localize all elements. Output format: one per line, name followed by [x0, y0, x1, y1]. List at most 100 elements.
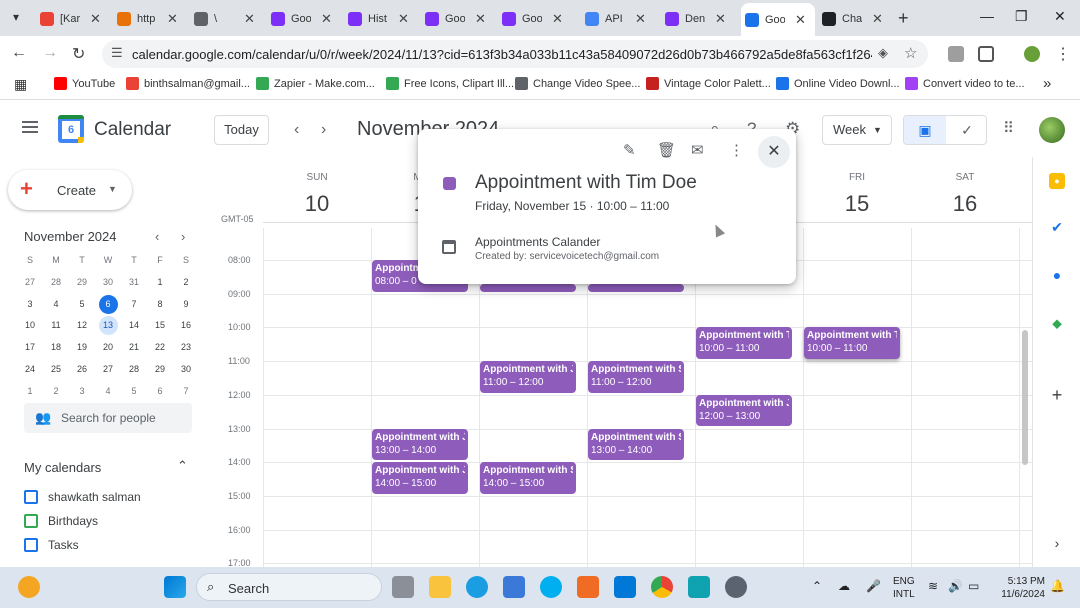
mini-day-cell[interactable]: 3: [17, 294, 43, 316]
apps-grid-icon[interactable]: ▦: [14, 76, 27, 93]
today-button[interactable]: Today: [214, 115, 269, 145]
xampp-icon[interactable]: [577, 576, 599, 598]
calendar-view-icon[interactable]: ▣: [904, 116, 946, 144]
edit-icon[interactable]: ✎: [623, 141, 636, 159]
profile-icon[interactable]: [1024, 46, 1040, 62]
event-chip[interactable]: Appointment with Jo 11:00 – 12:00: [480, 361, 576, 393]
eye-icon[interactable]: ◈: [878, 45, 888, 61]
mini-day-cell[interactable]: 8: [147, 294, 173, 316]
close-tab-icon[interactable]: ✕: [552, 11, 563, 27]
notifications-icon[interactable]: 🔔: [1050, 579, 1065, 593]
chrome-icon[interactable]: [651, 576, 673, 598]
browser-tab[interactable]: Den ✕: [661, 5, 735, 32]
mini-day-cell[interactable]: 7: [121, 294, 147, 316]
mini-day-cell[interactable]: 30: [95, 272, 121, 294]
language-indicator[interactable]: ENG INTL: [893, 575, 915, 601]
calendar-list-item[interactable]: Tasks: [24, 538, 79, 552]
omnibox[interactable]: ☰ calendar.google.com/calendar/u/0/r/wee…: [102, 40, 928, 68]
volume-icon[interactable]: 🔊: [948, 579, 963, 593]
close-tab-icon[interactable]: ✕: [167, 11, 178, 27]
account-avatar[interactable]: [1039, 117, 1065, 143]
mini-prev-icon[interactable]: ‹: [155, 229, 159, 244]
event-chip-partial[interactable]: [588, 283, 684, 292]
mini-day-cell[interactable]: 16: [173, 315, 199, 337]
mini-day-cell[interactable]: 11: [43, 315, 69, 337]
bookmark-item[interactable]: Change Video Spee...: [515, 77, 640, 90]
bookmark-item[interactable]: Vintage Color Palett...: [646, 77, 771, 90]
event-chip[interactable]: Appointment with Ti 10:00 – 11:00: [696, 327, 792, 360]
mini-day-cell[interactable]: 17: [17, 337, 43, 359]
back-icon[interactable]: ←: [11, 44, 27, 62]
extensions-puzzle-icon[interactable]: [978, 46, 994, 62]
mini-day-cell[interactable]: 2: [173, 272, 199, 294]
scrollbar[interactable]: [1022, 330, 1028, 465]
event-chip[interactable]: Appointment with Ti 10:00 – 11:00: [804, 327, 900, 360]
close-tab-icon[interactable]: ✕: [715, 11, 726, 27]
email-icon[interactable]: ✉: [691, 141, 704, 159]
minimize-icon[interactable]: —: [980, 8, 994, 24]
skype-icon[interactable]: [540, 576, 562, 598]
app-title[interactable]: Calendar: [94, 119, 171, 141]
mini-day-cell[interactable]: 25: [43, 359, 69, 381]
bookmark-item[interactable]: binthsalman@gmail...: [126, 77, 250, 90]
day-number[interactable]: 10: [297, 191, 337, 217]
mini-day-cell[interactable]: 6: [95, 294, 121, 316]
event-chip[interactable]: Appointment with Jo 13:00 – 14:00: [372, 428, 468, 461]
bookmark-star-icon[interactable]: ☆: [904, 44, 917, 62]
my-calendars-title[interactable]: My calendars: [24, 460, 101, 475]
mini-day-cell[interactable]: 27: [95, 359, 121, 381]
event-chip-partial[interactable]: [480, 283, 576, 292]
mini-day-cell[interactable]: 1: [17, 381, 43, 403]
vscode-icon[interactable]: [614, 576, 636, 598]
mini-day-cell[interactable]: 21: [121, 337, 147, 359]
mini-day-cell[interactable]: 26: [69, 359, 95, 381]
close-tab-icon[interactable]: ✕: [635, 11, 646, 27]
browser-tab[interactable]: Goo ✕: [498, 5, 572, 32]
more-options-icon[interactable]: ⋮: [729, 141, 744, 159]
event-chip[interactable]: Appointment with Jo 12:00 – 13:00: [696, 394, 792, 427]
bookmark-item[interactable]: Zapier - Make.com...: [256, 77, 375, 90]
tasks-icon[interactable]: ✔: [1049, 219, 1065, 235]
wifi-icon[interactable]: ≋: [928, 579, 938, 593]
task-view-icon[interactable]: [392, 576, 414, 598]
event-chip[interactable]: Appointment with Jo 14:00 – 15:00: [372, 462, 468, 494]
bookmark-item[interactable]: Online Video Downl...: [776, 77, 900, 90]
mini-day-cell[interactable]: 24: [17, 359, 43, 381]
maps-icon[interactable]: ⬥: [1049, 315, 1065, 331]
browser-tab[interactable]: [Kar ✕: [36, 5, 110, 32]
recorder-icon[interactable]: [725, 576, 747, 598]
mini-day-cell[interactable]: 23: [173, 337, 199, 359]
mini-day-cell[interactable]: 28: [43, 272, 69, 294]
create-button[interactable]: + Create ▼: [8, 170, 132, 210]
day-number[interactable]: 15: [837, 191, 877, 217]
mini-day-cell[interactable]: 7: [173, 381, 199, 403]
checkbox-icon[interactable]: [24, 538, 38, 552]
browser-tab[interactable]: Goo ✕: [421, 5, 495, 32]
mini-day-cell[interactable]: 27: [17, 272, 43, 294]
calendar-logo[interactable]: 6: [58, 115, 84, 143]
onedrive-icon[interactable]: ☁: [838, 579, 850, 593]
close-tab-icon[interactable]: ✕: [795, 12, 806, 28]
browser-tab[interactable]: \ ✕: [190, 5, 264, 32]
bookmark-item[interactable]: Free Icons, Clipart Ill...: [386, 77, 514, 90]
mini-day-cell[interactable]: 13: [95, 315, 121, 337]
taskbar-search[interactable]: ⌕ Search: [196, 573, 382, 601]
main-menu-icon[interactable]: [22, 121, 38, 133]
add-addon-icon[interactable]: +: [1049, 386, 1065, 404]
new-tab-button[interactable]: +: [898, 8, 909, 29]
forward-icon[interactable]: →: [42, 44, 58, 62]
mini-day-cell[interactable]: 5: [69, 294, 95, 316]
browser-tab[interactable]: API ✕: [581, 5, 655, 32]
windows-start-icon[interactable]: [164, 576, 186, 598]
mic-icon[interactable]: 🎤: [866, 579, 881, 593]
store-icon[interactable]: [503, 576, 525, 598]
bookmark-item[interactable]: Convert video to te...: [905, 77, 1025, 90]
search-people-input[interactable]: 👥 Search for people: [24, 403, 192, 433]
mini-day-cell[interactable]: 19: [69, 337, 95, 359]
google-apps-icon[interactable]: ⠿: [1003, 121, 1019, 137]
browser-tab[interactable]: Goo ✕: [267, 5, 341, 32]
clock[interactable]: 5:13 PM 11/6/2024: [993, 575, 1045, 601]
calendar-list-item[interactable]: shawkath salman: [24, 490, 141, 504]
edge-icon[interactable]: [466, 576, 488, 598]
calendar-list-item[interactable]: Birthdays: [24, 514, 98, 528]
